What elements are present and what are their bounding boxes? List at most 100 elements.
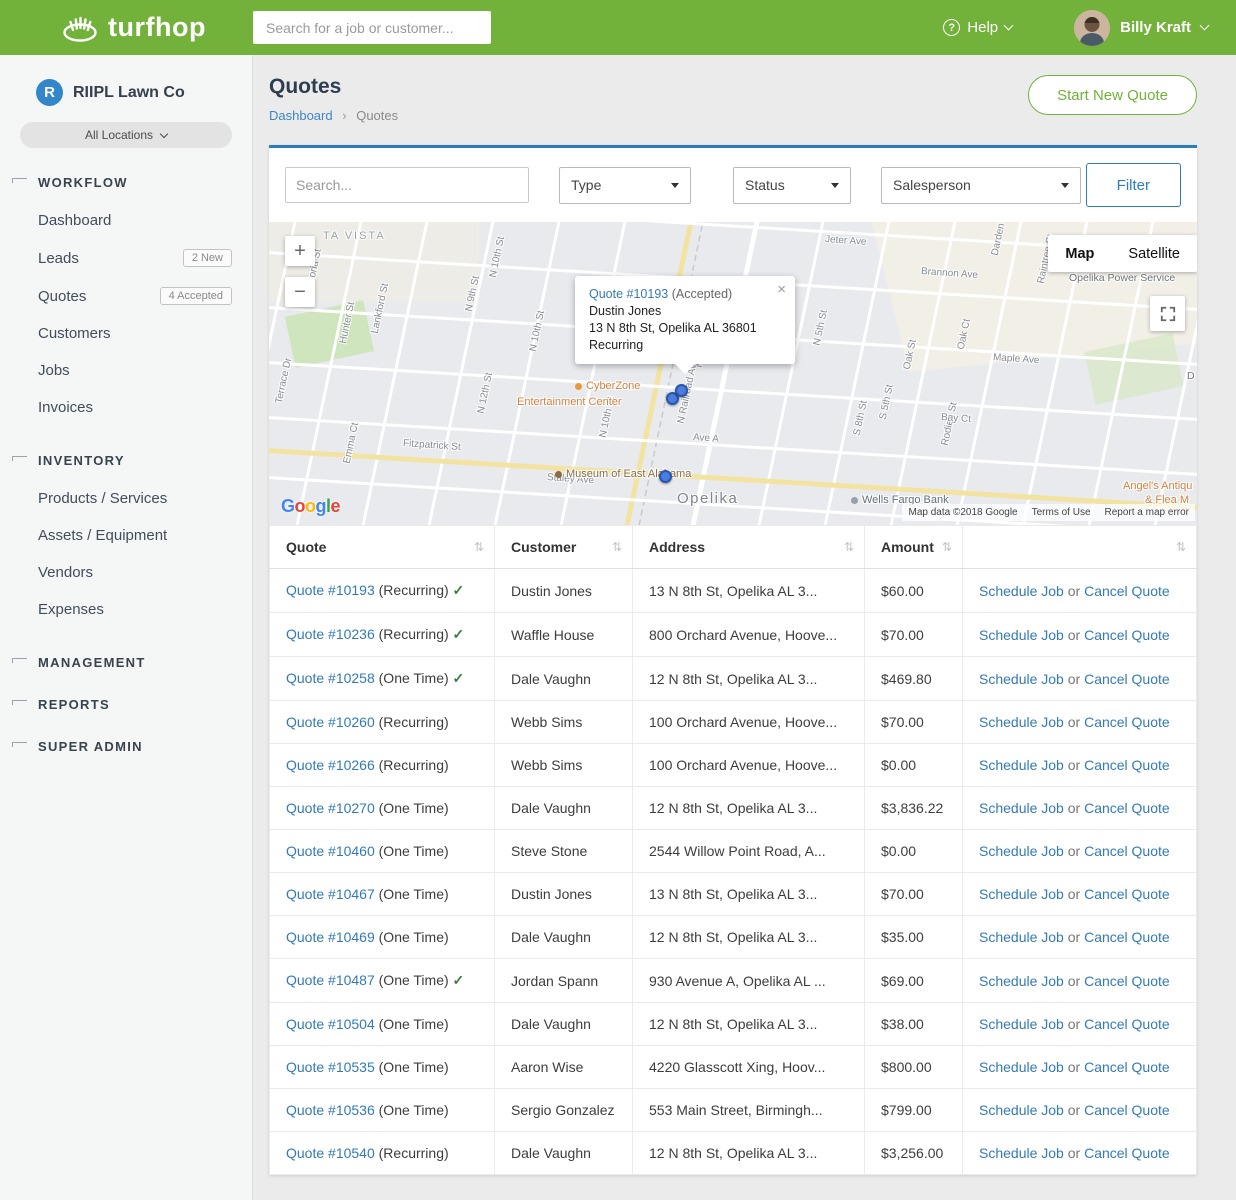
locations-dropdown[interactable]: All Locations bbox=[20, 122, 232, 148]
quote-link[interactable]: Quote #10236 bbox=[286, 626, 375, 642]
cancel-quote-link[interactable]: Cancel Quote bbox=[1084, 973, 1170, 989]
cancel-quote-link[interactable]: Cancel Quote bbox=[1084, 800, 1170, 816]
table-row: Quote #10460 (One Time) Steve Stone 2544… bbox=[270, 830, 1197, 873]
actions-cell: Schedule Job or Cancel Quote bbox=[963, 830, 1197, 873]
street-label: N 9th St bbox=[464, 275, 482, 313]
quote-link[interactable]: Quote #10467 bbox=[286, 886, 375, 902]
schedule-job-link[interactable]: Schedule Job bbox=[979, 929, 1064, 945]
start-new-quote-button[interactable]: Start New Quote bbox=[1028, 75, 1197, 115]
schedule-job-link[interactable]: Schedule Job bbox=[979, 583, 1064, 599]
status-select[interactable]: Status bbox=[733, 167, 851, 204]
sidebar-item-quotes[interactable]: Quotes 4 Accepted bbox=[0, 277, 252, 315]
or-text: or bbox=[1068, 627, 1084, 643]
cancel-quote-link[interactable]: Cancel Quote bbox=[1084, 627, 1170, 643]
schedule-job-link[interactable]: Schedule Job bbox=[979, 843, 1064, 859]
sidebar-item-leads[interactable]: Leads 2 New bbox=[0, 239, 252, 277]
map[interactable]: N 10th StN 10th StN 10th StN 9th StN 12t… bbox=[269, 222, 1197, 525]
map-marker[interactable] bbox=[675, 384, 688, 397]
quote-link[interactable]: Quote #10258 bbox=[286, 670, 375, 686]
schedule-job-link[interactable]: Schedule Job bbox=[979, 1059, 1064, 1075]
sidebar-item-jobs[interactable]: Jobs bbox=[0, 352, 252, 389]
cancel-quote-link[interactable]: Cancel Quote bbox=[1084, 671, 1170, 687]
address-cell: 100 Orchard Avenue, Hoove... bbox=[633, 744, 865, 787]
map-type-map-button[interactable]: Map bbox=[1048, 235, 1111, 272]
quote-link[interactable]: Quote #10469 bbox=[286, 929, 375, 945]
help-menu[interactable]: ? Help bbox=[943, 19, 1012, 36]
schedule-job-link[interactable]: Schedule Job bbox=[979, 1145, 1064, 1161]
sidebar: R RIIPL Lawn Co All Locations WORKFLOW D… bbox=[0, 55, 253, 1200]
sidebar-item-invoices[interactable]: Invoices bbox=[0, 389, 252, 426]
terms-link[interactable]: Terms of Use bbox=[1032, 507, 1091, 518]
cancel-quote-link[interactable]: Cancel Quote bbox=[1084, 714, 1170, 730]
cancel-quote-link[interactable]: Cancel Quote bbox=[1084, 843, 1170, 859]
schedule-job-link[interactable]: Schedule Job bbox=[979, 973, 1064, 989]
schedule-job-link[interactable]: Schedule Job bbox=[979, 886, 1064, 902]
cancel-quote-link[interactable]: Cancel Quote bbox=[1084, 1145, 1170, 1161]
filter-bar: Type Status Salesperson Filter bbox=[269, 145, 1197, 222]
zoom-out-button[interactable]: − bbox=[285, 277, 315, 307]
fullscreen-button[interactable] bbox=[1150, 296, 1185, 331]
quote-type: (One Time) bbox=[379, 1059, 449, 1075]
map-poi-label: Opelika bbox=[677, 490, 738, 507]
schedule-job-link[interactable]: Schedule Job bbox=[979, 714, 1064, 730]
quote-link[interactable]: Quote #10540 bbox=[286, 1145, 375, 1161]
column-header-amount[interactable]: Amount⇅ bbox=[865, 526, 963, 569]
nav-section-management[interactable]: MANAGEMENT bbox=[0, 655, 252, 670]
sidebar-item-assets-equipment[interactable]: Assets / Equipment bbox=[0, 517, 252, 554]
cancel-quote-link[interactable]: Cancel Quote bbox=[1084, 929, 1170, 945]
schedule-job-link[interactable]: Schedule Job bbox=[979, 627, 1064, 643]
breadcrumb-dashboard[interactable]: Dashboard bbox=[269, 108, 333, 123]
schedule-job-link[interactable]: Schedule Job bbox=[979, 1016, 1064, 1032]
close-icon[interactable]: × bbox=[777, 281, 786, 298]
nav-section-super-admin[interactable]: SUPER ADMIN bbox=[0, 739, 252, 754]
google-logo[interactable]: Google bbox=[281, 496, 340, 517]
quote-link[interactable]: Quote #10193 bbox=[286, 582, 375, 598]
quote-link[interactable]: Quote #10487 bbox=[286, 972, 375, 988]
quote-link[interactable]: Quote #10266 bbox=[286, 757, 375, 773]
map-marker[interactable] bbox=[659, 470, 672, 483]
zoom-in-button[interactable]: + bbox=[285, 236, 315, 266]
quotes-badge: 4 Accepted bbox=[160, 287, 232, 305]
column-header-address[interactable]: Address⇅ bbox=[633, 526, 865, 569]
cancel-quote-link[interactable]: Cancel Quote bbox=[1084, 583, 1170, 599]
table-row: Quote #10535 (One Time) Aaron Wise 4220 … bbox=[270, 1046, 1197, 1089]
customer-cell: Webb Sims bbox=[495, 701, 633, 744]
address-cell: 12 N 8th St, Opelika AL 3... bbox=[633, 1003, 865, 1046]
cancel-quote-link[interactable]: Cancel Quote bbox=[1084, 1059, 1170, 1075]
cancel-quote-link[interactable]: Cancel Quote bbox=[1084, 1016, 1170, 1032]
quote-link[interactable]: Quote #10260 bbox=[286, 714, 375, 730]
quote-link[interactable]: Quote #10536 bbox=[286, 1102, 375, 1118]
quotes-search-input[interactable] bbox=[285, 167, 529, 203]
quote-link[interactable]: Quote #10535 bbox=[286, 1059, 375, 1075]
filter-button[interactable]: Filter bbox=[1086, 163, 1181, 207]
report-error-link[interactable]: Report a map error bbox=[1105, 507, 1189, 518]
sidebar-item-dashboard[interactable]: Dashboard bbox=[0, 202, 252, 239]
type-select[interactable]: Type bbox=[559, 167, 691, 204]
sidebar-item-customers[interactable]: Customers bbox=[0, 315, 252, 352]
schedule-job-link[interactable]: Schedule Job bbox=[979, 671, 1064, 687]
quote-link[interactable]: Quote #10270 bbox=[286, 800, 375, 816]
cancel-quote-link[interactable]: Cancel Quote bbox=[1084, 757, 1170, 773]
user-menu[interactable]: Billy Kraft bbox=[1074, 10, 1208, 46]
schedule-job-link[interactable]: Schedule Job bbox=[979, 757, 1064, 773]
schedule-job-link[interactable]: Schedule Job bbox=[979, 800, 1064, 816]
quote-link[interactable]: Quote #10504 bbox=[286, 1016, 375, 1032]
column-header-quote[interactable]: Quote⇅ bbox=[270, 526, 495, 569]
quote-type: (Recurring) bbox=[379, 1145, 449, 1161]
quote-link[interactable]: Quote #10460 bbox=[286, 843, 375, 859]
column-header-actions[interactable]: ⇅ bbox=[963, 526, 1197, 569]
cancel-quote-link[interactable]: Cancel Quote bbox=[1084, 1102, 1170, 1118]
sidebar-item-expenses[interactable]: Expenses bbox=[0, 591, 252, 628]
cancel-quote-link[interactable]: Cancel Quote bbox=[1084, 886, 1170, 902]
info-quote-link[interactable]: Quote #10193 bbox=[589, 287, 668, 301]
salesperson-select[interactable]: Salesperson bbox=[881, 167, 1081, 204]
sidebar-item-products-services[interactable]: Products / Services bbox=[0, 480, 252, 517]
column-header-customer[interactable]: Customer⇅ bbox=[495, 526, 633, 569]
brand[interactable]: turfhop bbox=[60, 12, 253, 43]
map-type-satellite-button[interactable]: Satellite bbox=[1111, 235, 1197, 272]
sidebar-item-vendors[interactable]: Vendors bbox=[0, 554, 252, 591]
nav-section-reports[interactable]: REPORTS bbox=[0, 697, 252, 712]
global-search-input[interactable] bbox=[253, 11, 491, 44]
table-row: Quote #10270 (One Time) Dale Vaughn 12 N… bbox=[270, 787, 1197, 830]
schedule-job-link[interactable]: Schedule Job bbox=[979, 1102, 1064, 1118]
